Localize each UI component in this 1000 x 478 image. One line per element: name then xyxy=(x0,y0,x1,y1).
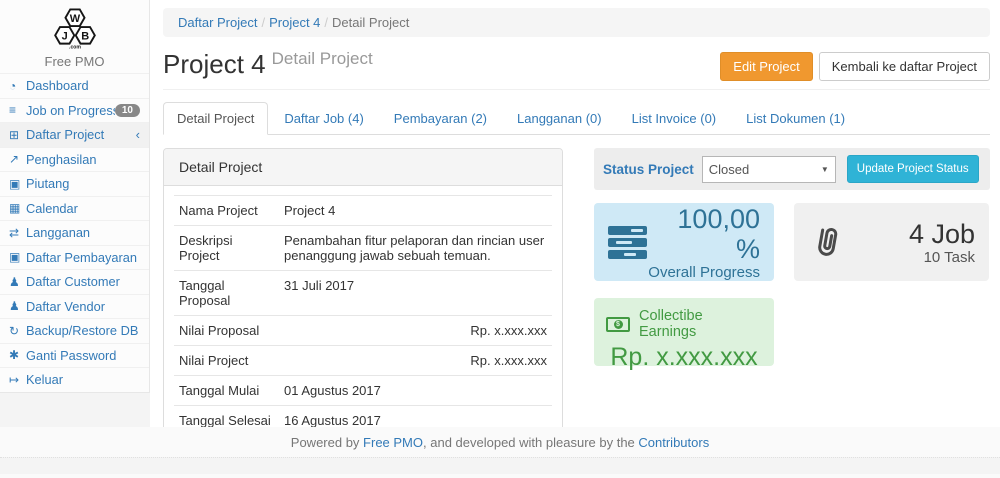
logo-letter-b: B xyxy=(81,30,89,42)
tab-list-dokumen[interactable]: List Dokumen (1) xyxy=(732,102,859,135)
page-subtitle: Detail Project xyxy=(272,49,373,69)
tab-detail-project[interactable]: Detail Project xyxy=(163,102,268,135)
free-pmo-link[interactable]: Free PMO xyxy=(363,435,423,450)
breadcrumb-separator: / xyxy=(320,15,332,30)
money-icon: ▣ xyxy=(9,250,26,264)
refresh-icon: ↻ xyxy=(9,324,26,338)
status-project-bar: Status Project Closed ▼ Update Project S… xyxy=(594,148,990,190)
footer-strip xyxy=(0,457,1000,474)
table-row: Nama Project Project 4 xyxy=(174,196,552,226)
retweet-icon: ⇄ xyxy=(9,226,26,240)
sidebar-item-backup-restore-db[interactable]: ↻ Backup/Restore DB xyxy=(0,318,149,343)
logo-link[interactable]: W J B .com Free PMO xyxy=(0,0,149,73)
update-project-status-button[interactable]: Update Project Status xyxy=(847,155,979,183)
progress-caption: Overall Progress xyxy=(647,264,760,281)
status-select[interactable]: Closed ▼ xyxy=(702,156,836,183)
sidebar-item-daftar-vendor[interactable]: ♟ Daftar Vendor xyxy=(0,294,149,319)
sidebar-item-job-on-progress[interactable]: ≡ Job on Progress 10 xyxy=(0,98,149,123)
tab-pembayaran[interactable]: Pembayaran (2) xyxy=(380,102,501,135)
table-icon: ⊞ xyxy=(9,128,26,142)
money-icon: ▣ xyxy=(9,177,26,191)
breadcrumb: Daftar Project/Project 4/Detail Project xyxy=(163,8,990,37)
main-content: Daftar Project/Project 4/Detail Project … xyxy=(150,0,1000,427)
tab-langganan[interactable]: Langganan (0) xyxy=(503,102,616,135)
tab-list-invoice[interactable]: List Invoice (0) xyxy=(618,102,731,135)
breadcrumb-separator: / xyxy=(257,15,269,30)
sidebar-item-daftar-pembayaran[interactable]: ▣ Daftar Pembayaran xyxy=(0,245,149,270)
table-row: Tanggal Selesai 16 Agustus 2017 xyxy=(174,406,552,428)
panel-title: Detail Project xyxy=(164,149,562,186)
page-header: Project 4 Detail Project Edit Project Ke… xyxy=(163,49,990,90)
jobs-card: 4 Job 10 Task xyxy=(794,203,989,281)
breadcrumb-current: Detail Project xyxy=(332,15,409,30)
jobs-value: 4 Job xyxy=(909,219,975,249)
earnings-title: Collectibe Earnings xyxy=(639,308,762,340)
sidebar-item-keluar[interactable]: ↦ Keluar xyxy=(0,367,149,392)
sidebar-item-piutang[interactable]: ▣ Piutang xyxy=(0,171,149,196)
chevron-down-icon: ▼ xyxy=(821,165,829,174)
sign-out-icon: ↦ xyxy=(9,373,26,387)
tasks-icon xyxy=(608,223,647,262)
tasks-count: 10 Task xyxy=(909,249,975,266)
footer-text: , and developed with pleasure by the xyxy=(423,435,638,450)
table-row: Nilai Proposal Rp. x.xxx.xxx xyxy=(174,316,552,346)
contributors-link[interactable]: Contributors xyxy=(638,435,709,450)
sidebar-item-penghasilan[interactable]: ↗ Penghasilan xyxy=(0,147,149,172)
sidebar-item-daftar-project[interactable]: ⊞ Daftar Project ‹ xyxy=(0,122,149,147)
sidebar-item-ganti-password[interactable]: ✱ Ganti Password xyxy=(0,343,149,368)
breadcrumb-link-daftar-project[interactable]: Daftar Project xyxy=(178,15,257,30)
footer: Powered by Free PMO, and developed with … xyxy=(0,427,1000,478)
tab-daftar-job[interactable]: Daftar Job (4) xyxy=(270,102,377,135)
paperclip-icon xyxy=(805,219,849,265)
users-icon: ♟ xyxy=(9,299,26,313)
dashboard-icon: ◔ xyxy=(9,79,26,93)
page-title: Project 4 xyxy=(163,49,266,80)
overall-progress-card: 100,00 % Overall Progress xyxy=(594,203,774,281)
logo-letter-j: J xyxy=(61,30,67,42)
job-count-badge: 10 xyxy=(115,104,140,117)
collectible-earnings-card: $ Collectibe Earnings Rp. x.xxx.xxx xyxy=(594,298,774,366)
sidebar-item-langganan[interactable]: ⇄ Langganan xyxy=(0,220,149,245)
sidebar-item-calendar[interactable]: ▦ Calendar xyxy=(0,196,149,221)
footer-text: Powered by xyxy=(291,435,363,450)
table-row: Nilai Project Rp. x.xxx.xxx xyxy=(174,346,552,376)
logo-com-text: .com xyxy=(69,45,81,50)
logo-letter-w: W xyxy=(69,13,80,25)
calendar-icon: ▦ xyxy=(9,201,26,215)
users-icon: ♟ xyxy=(9,275,26,289)
detail-project-panel: Detail Project Nama Project Project 4 De… xyxy=(163,148,563,427)
back-to-project-list-button[interactable]: Kembali ke daftar Project xyxy=(819,52,990,81)
tasks-list-icon: ≡ xyxy=(9,103,26,117)
edit-project-button[interactable]: Edit Project xyxy=(720,52,812,81)
table-row: Deskripsi Project Penambahan fitur pelap… xyxy=(174,226,552,271)
chevron-left-icon: ‹ xyxy=(136,127,140,142)
app-window: W J B .com Free PMO ◔ Dashboard ≡ Job on… xyxy=(0,0,1000,478)
table-row: Tanggal Proposal 31 Juli 2017 xyxy=(174,271,552,316)
sidebar-item-daftar-customer[interactable]: ♟ Daftar Customer xyxy=(0,269,149,294)
sidebar-item-dashboard[interactable]: ◔ Dashboard xyxy=(0,73,149,98)
sidebar-column: W J B .com Free PMO ◔ Dashboard ≡ Job on… xyxy=(0,0,150,427)
jwb-logo-icon: W J B .com xyxy=(26,6,124,50)
tab-bar: Detail Project Daftar Job (4) Pembayaran… xyxy=(163,102,990,135)
sidebar: W J B .com Free PMO ◔ Dashboard ≡ Job on… xyxy=(0,0,150,393)
status-project-label: Status Project xyxy=(603,162,694,177)
line-chart-icon: ↗ xyxy=(9,152,26,166)
lock-icon: ✱ xyxy=(9,348,26,362)
earnings-value: Rp. x.xxx.xxx xyxy=(606,343,762,372)
progress-value: 100,00 % xyxy=(647,204,760,264)
banknote-icon: $ xyxy=(606,317,630,332)
breadcrumb-link-project-4[interactable]: Project 4 xyxy=(269,15,320,30)
table-row: Tanggal Mulai 01 Agustus 2017 xyxy=(174,376,552,406)
brand-name: Free PMO xyxy=(0,54,149,69)
